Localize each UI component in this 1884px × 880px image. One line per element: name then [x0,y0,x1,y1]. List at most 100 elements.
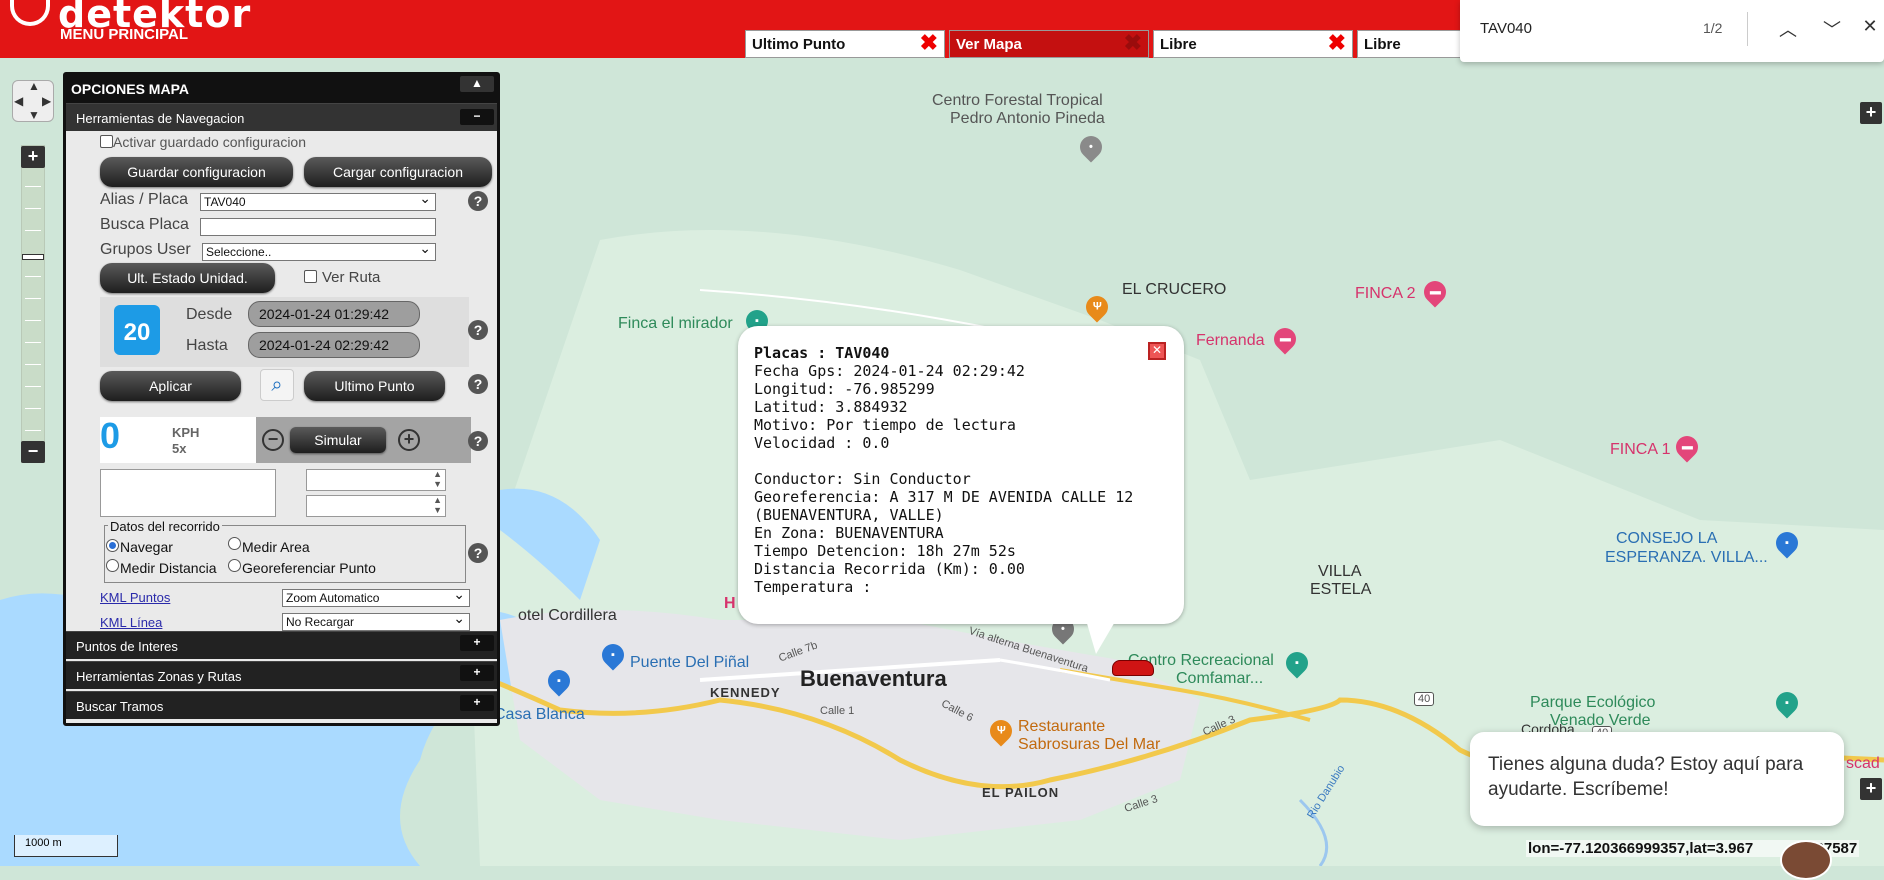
alias-label: Alias / Placa [100,191,189,208]
grupos-select[interactable]: Seleccione.. [202,240,436,261]
desde-input[interactable]: 2024-01-24 01:29:42 [248,301,420,327]
chat-text: Tienes alguna duda? Estoy aquí para ayud… [1488,754,1804,800]
activar-checkbox[interactable] [100,135,113,148]
map-label-centro-forestal-2: Pedro Antonio Pineda [950,110,1105,127]
tab-ver-mapa[interactable]: Ver Mapa ✖ [949,30,1149,58]
medir-area-label: Medir Area [242,539,310,555]
section-nav-header[interactable]: Herramientas de Navegacion [66,103,497,131]
kml-puntos-link[interactable]: KML Puntos [100,590,170,605]
tab-libre[interactable]: Libre ✖ [1153,30,1353,58]
help-icon[interactable]: ? [468,320,488,340]
popup-zona: En Zona: BUENAVENTURA [754,524,944,542]
number-input-1[interactable]: ▲ ▼ [306,469,446,491]
close-icon[interactable]: ✖ [1124,32,1142,54]
popup-longitud: Longitud: -76.985299 [754,380,935,398]
minus-circle-icon[interactable]: − [262,429,284,451]
hasta-label: Hasta [186,337,228,354]
speed-multiplier: 5x [172,441,187,456]
popup-tail [1086,620,1116,654]
pan-control[interactable]: ▲ ▼ ◀ ▶ [12,79,54,122]
close-icon[interactable]: ✕ [1856,16,1884,37]
popup-tiempo: Tiempo Detencion: 18h 27m 52s [754,542,1016,560]
busca-placa-input[interactable] [200,218,436,236]
find-divider [1747,12,1748,46]
ver-ruta-label: Ver Ruta [322,269,381,286]
alias-select[interactable]: TAV040 [200,190,436,211]
busca-placa-label: Busca Placa [100,216,189,233]
calendar-icon[interactable]: 20 [114,305,160,355]
kml-linea-link[interactable]: KML Línea [100,615,162,630]
section-buscar-tramos[interactable]: Buscar Tramos [66,691,497,719]
medir-distancia-radio[interactable] [106,559,119,572]
cargar-config-button[interactable]: Cargar configuracion [304,157,492,187]
search-zoom-icon[interactable]: ⌕ [260,369,294,401]
zoom-out-button[interactable]: − [21,441,45,463]
kml-puntos-select[interactable]: Zoom Automatico [282,586,470,607]
arrow-up-icon[interactable]: ▲ [28,79,40,93]
map-label-el-crucero: EL CRUCERO [1122,281,1227,298]
popup-spacer [754,452,1133,470]
expand-plus-icon[interactable]: + [460,635,494,651]
ver-ruta-checkbox[interactable] [304,270,317,283]
chevron-down-icon[interactable]: ﹀ [1818,16,1846,42]
chevron-up-icon[interactable]: ︿ [1774,16,1802,42]
tab-ultimo-punto[interactable]: Ultimo Punto ✖ [745,30,945,58]
map-label-consejo-2: ESPERANZA. VILLA... [1605,549,1768,566]
map-label-finca-mirador: Finca el mirador [618,315,733,332]
collapse-up-icon[interactable]: ▲ [460,76,494,92]
kml-linea-select[interactable]: No Recargar [282,610,470,631]
help-icon[interactable]: ? [468,191,488,211]
find-input[interactable]: TAV040 [1480,20,1532,37]
guardar-config-button[interactable]: Guardar configuracion [100,157,293,187]
zoom-slider-thumb[interactable] [22,254,44,260]
section-puntos-interes[interactable]: Puntos de Interes [66,631,497,659]
map-label-centro-forestal: Centro Forestal Tropical [932,92,1103,109]
popup-conductor: Conductor: Sin Conductor [754,470,971,488]
close-icon[interactable]: ✕ [1148,342,1166,360]
activar-label: Activar guardado configuracion [113,134,307,150]
close-icon[interactable]: ✖ [1328,32,1346,54]
menu-principal-link[interactable]: MENU PRINCIPAL [60,26,188,43]
help-icon[interactable]: ? [468,431,488,451]
arrow-right-icon[interactable]: ▶ [42,94,51,108]
tab-label: Ultimo Punto [752,36,846,53]
medir-area-radio[interactable] [228,537,241,550]
close-icon[interactable]: ✖ [920,32,938,54]
zoom-in-button[interactable]: + [21,146,45,168]
help-icon[interactable]: ? [468,374,488,394]
chat-avatar[interactable] [1780,840,1832,880]
number-input-2[interactable]: ▲ ▼ [306,495,446,517]
ultimo-punto-button[interactable]: Ultimo Punto [304,371,445,401]
browser-find-bar: TAV040 1/2 ︿ ﹀ ✕ [1460,0,1884,62]
map-label-villa: VILLA [1318,563,1362,580]
map-label-parque: Parque Ecológico [1530,694,1656,711]
aplicar-button[interactable]: Aplicar [100,371,241,401]
expand-plus-icon[interactable]: + [460,665,494,681]
expand-plus-icon[interactable]: + [460,695,494,711]
map-label-finca1: FINCA 1 [1610,441,1671,458]
speed-unit: KPH [172,425,200,440]
map-label-villa-2: ESTELA [1310,581,1372,598]
popup-placas: Placas : TAV040 [754,344,890,362]
map-label-escad: scad [1846,755,1880,772]
plus-circle-icon[interactable]: + [398,429,420,451]
speed-box [100,417,260,463]
arrow-left-icon[interactable]: ◀ [14,94,23,108]
zoom-slider[interactable]: + − [21,145,45,463]
map-label-fernanda: Fernanda [1196,332,1265,349]
ult-estado-button[interactable]: Ult. Estado Unidad. [100,263,275,293]
expand-plus-icon[interactable]: + [1860,102,1882,124]
help-icon[interactable]: ? [468,543,488,563]
notes-textarea[interactable] [100,469,276,517]
hasta-input[interactable]: 2024-01-24 02:29:42 [248,332,420,358]
vehicle-car-icon[interactable] [1112,660,1154,676]
popup-georef-2: (BUENAVENTURA, VALLE) [754,506,944,524]
arrow-down-icon[interactable]: ▼ [28,108,40,122]
simular-button[interactable]: Simular [290,427,386,453]
georef-punto-radio[interactable] [228,559,241,572]
section-zonas-rutas[interactable]: Herramientas Zonas y Rutas [66,661,497,689]
collapse-minus-icon[interactable]: − [460,109,494,125]
navegar-radio[interactable] [106,539,119,552]
chat-bubble[interactable]: Tienes alguna duda? Estoy aquí para ayud… [1470,732,1844,826]
expand-plus-icon[interactable]: + [1860,778,1882,800]
